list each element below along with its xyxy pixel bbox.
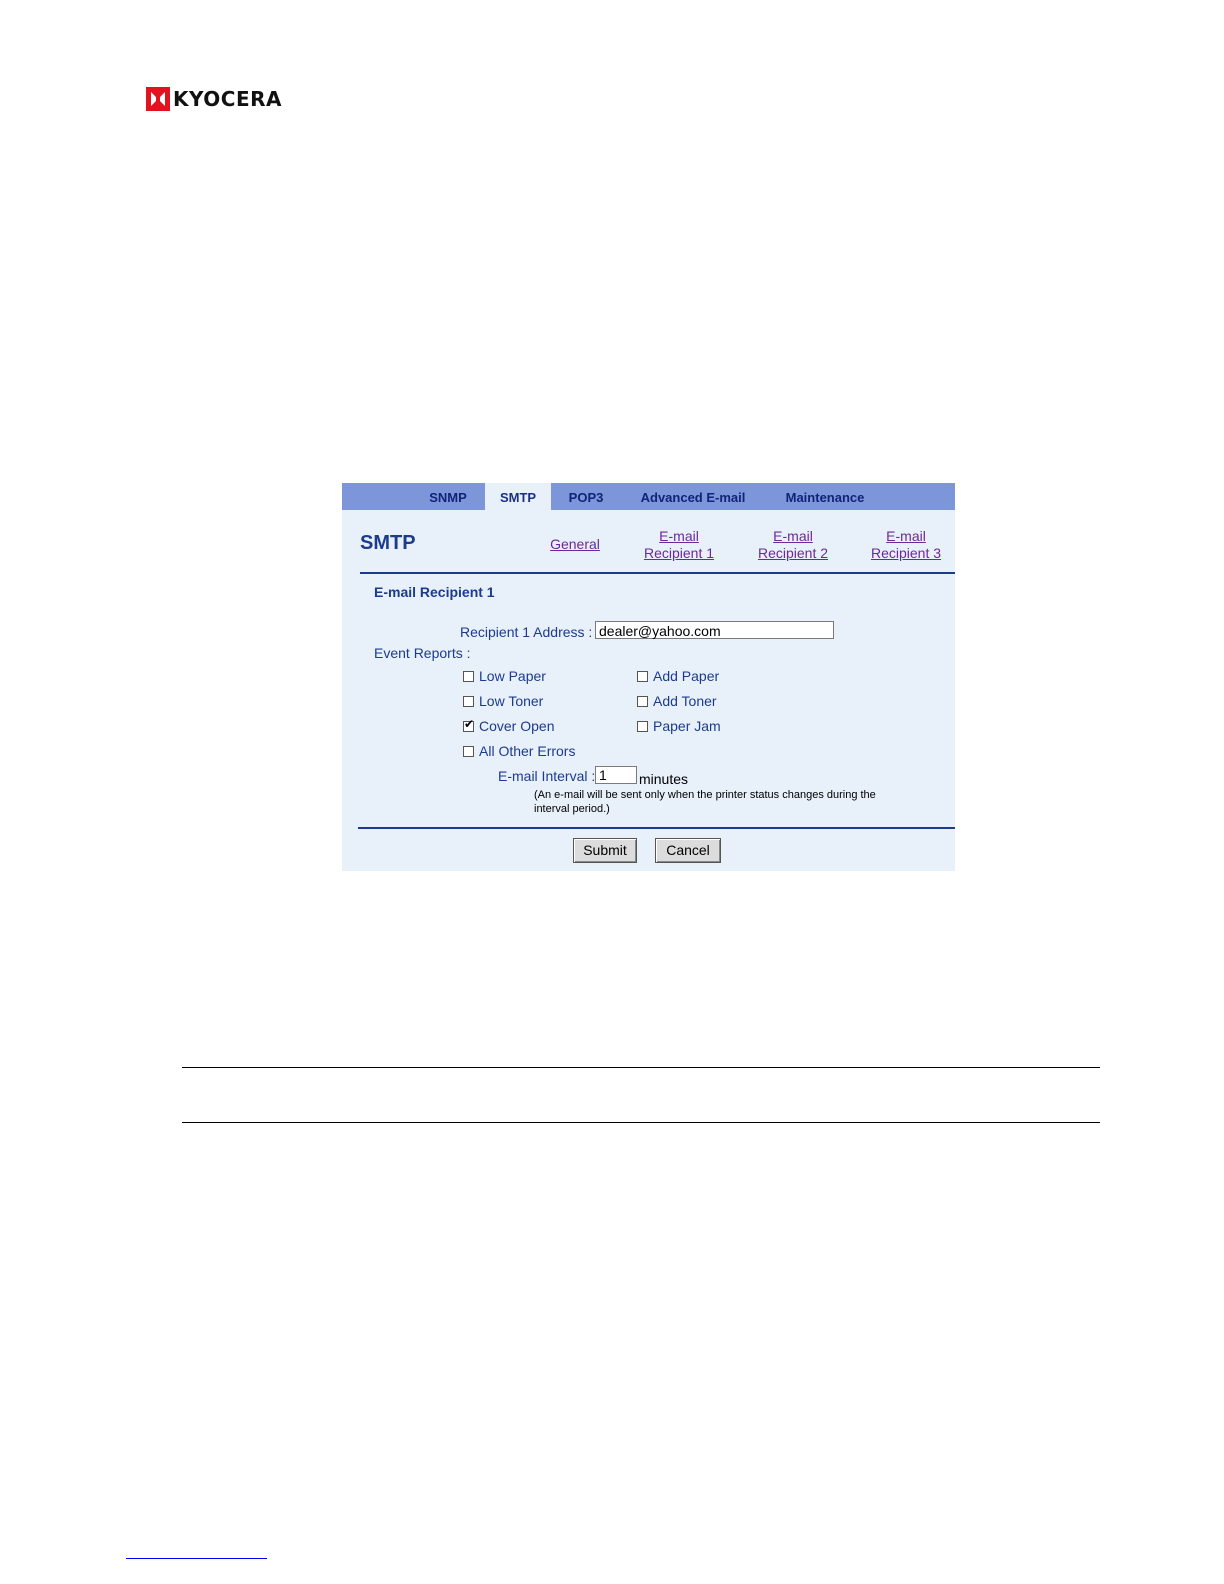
link-line: E-mail xyxy=(659,528,699,544)
checkbox-box[interactable] xyxy=(463,695,474,707)
link-line: Recipient 2 xyxy=(757,545,829,561)
divider xyxy=(360,572,955,574)
checkbox-box[interactable] xyxy=(637,670,648,682)
tab-snmp[interactable]: SNMP xyxy=(412,483,484,510)
footer-link-underline xyxy=(126,1558,267,1559)
checkbox-box[interactable] xyxy=(637,720,648,732)
checkbox-label: All Other Errors xyxy=(479,743,576,759)
checkbox-label: Cover Open xyxy=(479,718,555,734)
checkbox-box[interactable] xyxy=(463,670,474,682)
divider xyxy=(358,827,955,829)
checkbox-box[interactable] xyxy=(637,695,648,707)
checkbox-paper-jam[interactable]: Paper Jam xyxy=(637,718,721,734)
page-title: SMTP xyxy=(360,532,416,554)
checkbox-label: Add Toner xyxy=(653,693,717,709)
cancel-button[interactable]: Cancel xyxy=(655,838,721,863)
checkbox-add-toner[interactable]: Add Toner xyxy=(637,693,717,709)
checkbox-cover-open[interactable]: ✔ Cover Open xyxy=(463,718,554,734)
section-title: E-mail Recipient 1 xyxy=(374,584,495,600)
page-divider xyxy=(182,1122,1100,1123)
checkbox-label: Low Paper xyxy=(479,668,546,684)
checkbox-box[interactable]: ✔ xyxy=(463,716,475,732)
brand-name: KYOCERA xyxy=(173,87,282,111)
checkmark-icon: ✔ xyxy=(464,716,475,731)
checkbox-label: Add Paper xyxy=(653,668,720,684)
tab-maintenance[interactable]: Maintenance xyxy=(770,483,880,510)
event-reports-label: Event Reports : xyxy=(374,645,471,661)
checkbox-all-other-errors[interactable]: All Other Errors xyxy=(463,743,575,759)
email-interval-input[interactable]: 1 xyxy=(595,766,637,784)
checkbox-label: Paper Jam xyxy=(653,718,721,734)
checkbox-low-toner[interactable]: Low Toner xyxy=(463,693,543,709)
tab-advanced-email[interactable]: Advanced E-mail xyxy=(628,483,758,510)
checkbox-box[interactable] xyxy=(463,745,474,757)
interval-unit: minutes xyxy=(639,771,689,787)
link-email-recipient-3[interactable]: E-mail Recipient 3 xyxy=(863,528,949,562)
link-general-label: General xyxy=(550,536,600,552)
link-line: E-mail xyxy=(773,528,813,544)
link-general[interactable]: General xyxy=(542,536,608,553)
kyocera-logo: KYOCERA xyxy=(146,86,282,112)
email-interval-label: E-mail Interval : xyxy=(498,768,596,784)
kyocera-logo-icon xyxy=(146,87,170,111)
tab-smtp[interactable]: SMTP xyxy=(485,483,551,510)
tab-pop3[interactable]: POP3 xyxy=(556,483,616,510)
link-email-recipient-2[interactable]: E-mail Recipient 2 xyxy=(750,528,836,562)
smtp-settings-panel: SNMP SMTP POP3 Advanced E-mail Maintenan… xyxy=(342,483,955,871)
recipient-address-input[interactable]: dealer@yahoo.com xyxy=(595,621,834,639)
link-line: Recipient 3 xyxy=(870,545,942,561)
submit-button[interactable]: Submit xyxy=(573,838,637,863)
checkbox-add-paper[interactable]: Add Paper xyxy=(637,668,719,684)
interval-note: (An e-mail will be sent only when the pr… xyxy=(534,789,876,815)
checkbox-label: Low Toner xyxy=(479,693,544,709)
tab-bar: SNMP SMTP POP3 Advanced E-mail Maintenan… xyxy=(342,483,955,510)
link-line: E-mail xyxy=(886,528,926,544)
link-email-recipient-1[interactable]: E-mail Recipient 1 xyxy=(636,528,722,562)
link-line: Recipient 1 xyxy=(643,545,715,561)
page-divider xyxy=(182,1067,1100,1068)
checkbox-low-paper[interactable]: Low Paper xyxy=(463,668,546,684)
recipient-address-label: Recipient 1 Address : xyxy=(460,624,593,640)
